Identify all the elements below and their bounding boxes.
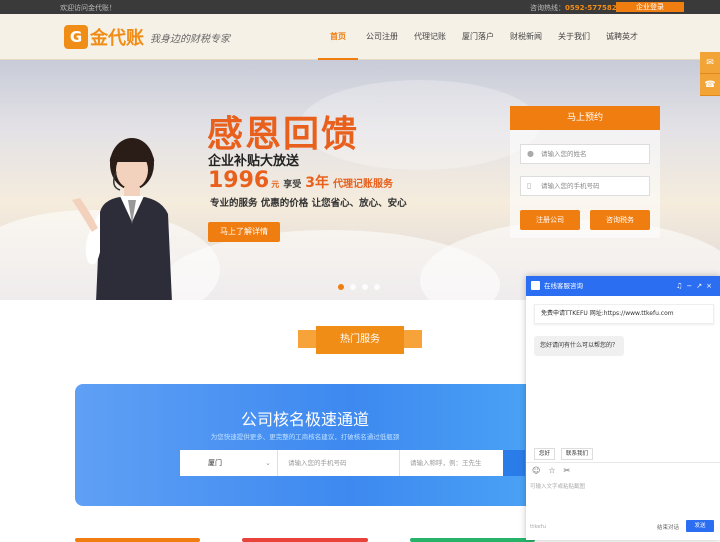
main-nav: 首页 公司注册 代理记账 厦门落户 财税新闻 关于我们 诚聘英才 bbox=[318, 14, 646, 60]
chat-input[interactable]: 可输入文字或粘贴截图 bbox=[530, 482, 585, 490]
booking-title: 马上预约 bbox=[510, 106, 660, 130]
carousel-dot[interactable] bbox=[362, 284, 368, 290]
booking-phone-input[interactable]: ▯ 请输入您的手机号码 bbox=[520, 176, 650, 196]
header: G 金代账 我身边的财税专家 首页 公司注册 代理记账 厦门落户 财税新闻 关于… bbox=[0, 14, 720, 60]
top-bar: 欢迎访问金代账！ 咨询热线：0592-5775823 企业登录 bbox=[0, 0, 720, 14]
promo-years: 3年 bbox=[305, 175, 329, 191]
hotline-phone: 0592-5775823 bbox=[565, 4, 622, 12]
fast-name-input[interactable]: 请输入称呼，例：王先生 bbox=[400, 450, 503, 476]
quick-reply-hello[interactable]: 您好 bbox=[534, 448, 556, 460]
enterprise-login-button[interactable]: 企业登录 bbox=[616, 2, 684, 12]
customer-service-woman-image bbox=[72, 138, 172, 300]
scissors-icon[interactable]: ✂ bbox=[564, 466, 571, 475]
carousel-dot[interactable] bbox=[338, 284, 344, 290]
logo-slogan: 我身边的财税专家 bbox=[150, 33, 230, 45]
hero-banner: 感恩回馈 企业补贴大放送 1996 元 享受 3年 代理记账服务 专业的服务 优… bbox=[0, 60, 720, 300]
service-card-bar bbox=[242, 538, 368, 542]
register-company-button[interactable]: 注册公司 bbox=[520, 210, 580, 230]
nav-company-register[interactable]: 公司注册 bbox=[358, 14, 406, 60]
sound-icon[interactable]: ♫ bbox=[676, 282, 686, 290]
promo-subtitle: 企业补贴大放送 bbox=[208, 154, 300, 169]
nav-bookkeeping[interactable]: 代理记账 bbox=[406, 14, 454, 60]
welcome-text: 欢迎访问金代账！ bbox=[60, 4, 116, 12]
promo-price-line: 1996 元 享受 3年 代理记账服务 bbox=[208, 168, 393, 193]
learn-more-button[interactable]: 马上了解详情 bbox=[208, 222, 280, 242]
chat-header: 在线客服咨询 ♫−↗× bbox=[526, 276, 720, 296]
chat-message: 您好请问有什么可以帮您的？ bbox=[534, 336, 624, 356]
nav-careers[interactable]: 诚聘英才 bbox=[598, 14, 646, 60]
phone-icon: ▯ bbox=[527, 181, 532, 190]
chat-message: 免费申请TTKEFU 网址:https://www.ttkefu.com bbox=[534, 304, 714, 324]
fast-subtitle: 为您快速提供更多、更完整的工商核名建议，打破核名通过低瓶颈 bbox=[210, 433, 400, 441]
chat-toolbar: ☺ ☆ ✂ bbox=[532, 466, 570, 475]
service-cards-strip bbox=[75, 538, 535, 542]
side-chat-icon[interactable]: ✉ bbox=[700, 52, 720, 74]
nav-about[interactable]: 关于我们 bbox=[550, 14, 598, 60]
booking-form: 马上预约 ● 请输入您的姓名 ▯ 请输入您的手机号码 注册公司 咨询税务 bbox=[510, 106, 660, 238]
promo-service: 代理记账服务 bbox=[333, 179, 393, 190]
fast-form: 厦门 ⌄ 请输入您的手机号码 请输入称呼，例：王先生 bbox=[180, 450, 525, 476]
star-icon[interactable]: ☆ bbox=[548, 466, 555, 475]
side-phone-icon[interactable]: ☎ bbox=[700, 74, 720, 96]
fast-name-check-panel: 公司核名极速通道 为您快速提供更多、更完整的工商核名建议，打破核名通过低瓶颈 厦… bbox=[75, 384, 535, 506]
booking-phone-placeholder: 请输入您的手机号码 bbox=[541, 182, 600, 190]
hot-services-label: 热门服务 bbox=[316, 326, 404, 354]
nav-xiamen-settle[interactable]: 厦门落户 bbox=[454, 14, 502, 60]
hotline: 咨询热线：0592-5775823 bbox=[530, 3, 621, 13]
close-icon[interactable]: × bbox=[706, 282, 716, 290]
chat-widget: 在线客服咨询 ♫−↗× 免费申请TTKEFU 网址:https://www.tt… bbox=[526, 276, 720, 540]
send-button[interactable]: 发送 bbox=[686, 520, 714, 532]
hot-services-heading: 热门服务 bbox=[298, 326, 422, 356]
service-card-bar bbox=[75, 538, 201, 542]
minimize-icon[interactable]: − bbox=[686, 282, 696, 290]
fast-name-placeholder: 请输入称呼，例：王先生 bbox=[410, 459, 482, 467]
city-value: 厦门 bbox=[208, 459, 222, 467]
logo-name: 金代账 bbox=[90, 28, 144, 49]
carousel-dot[interactable] bbox=[374, 284, 380, 290]
promo-enjoy: 享受 bbox=[283, 180, 302, 190]
consult-tax-button[interactable]: 咨询税务 bbox=[590, 210, 650, 230]
emoji-icon[interactable]: ☺ bbox=[532, 466, 540, 475]
logo[interactable]: G 金代账 我身边的财税专家 bbox=[64, 24, 230, 50]
quick-reply-contact[interactable]: 联系我们 bbox=[561, 448, 594, 460]
city-select[interactable]: 厦门 ⌄ bbox=[180, 450, 278, 476]
service-card-bar bbox=[409, 538, 535, 542]
nav-tax-news[interactable]: 财税新闻 bbox=[502, 14, 550, 60]
promo-yuan: 元 bbox=[271, 180, 280, 189]
fast-submit-button[interactable] bbox=[503, 450, 525, 476]
ribbon-right bbox=[404, 330, 422, 348]
carousel-dot[interactable] bbox=[350, 284, 356, 290]
logo-mark: G bbox=[64, 25, 88, 49]
end-chat-button[interactable]: 结束对话 bbox=[657, 523, 679, 531]
chat-logo-icon bbox=[531, 281, 540, 290]
chevron-down-icon: ⌄ bbox=[265, 459, 271, 467]
popout-icon[interactable]: ↗ bbox=[696, 282, 706, 290]
promo-price: 1996 bbox=[208, 168, 270, 193]
booking-name-placeholder: 请输入您的姓名 bbox=[541, 150, 587, 158]
side-toolbar: ✉ ☎ bbox=[700, 52, 720, 96]
chat-brand: ttkefu bbox=[530, 524, 547, 530]
chat-quick-replies: 您好 联系我们 bbox=[534, 448, 594, 460]
fast-title: 公司核名极速通道 bbox=[240, 410, 369, 429]
chat-controls: ♫−↗× bbox=[676, 276, 716, 296]
fast-phone-placeholder: 请输入您的手机号码 bbox=[288, 459, 347, 467]
hotline-label: 咨询热线： bbox=[530, 4, 565, 12]
user-icon: ● bbox=[527, 149, 534, 158]
chat-divider bbox=[526, 462, 720, 463]
nav-home[interactable]: 首页 bbox=[318, 14, 358, 60]
booking-name-input[interactable]: ● 请输入您的姓名 bbox=[520, 144, 650, 164]
ribbon-left bbox=[298, 330, 316, 348]
promo-description: 专业的服务 优惠的价格 让您省心、放心、安心 bbox=[210, 198, 407, 209]
fast-phone-input[interactable]: 请输入您的手机号码 bbox=[278, 450, 400, 476]
chat-title: 在线客服咨询 bbox=[544, 282, 583, 290]
carousel-dots bbox=[338, 284, 380, 290]
